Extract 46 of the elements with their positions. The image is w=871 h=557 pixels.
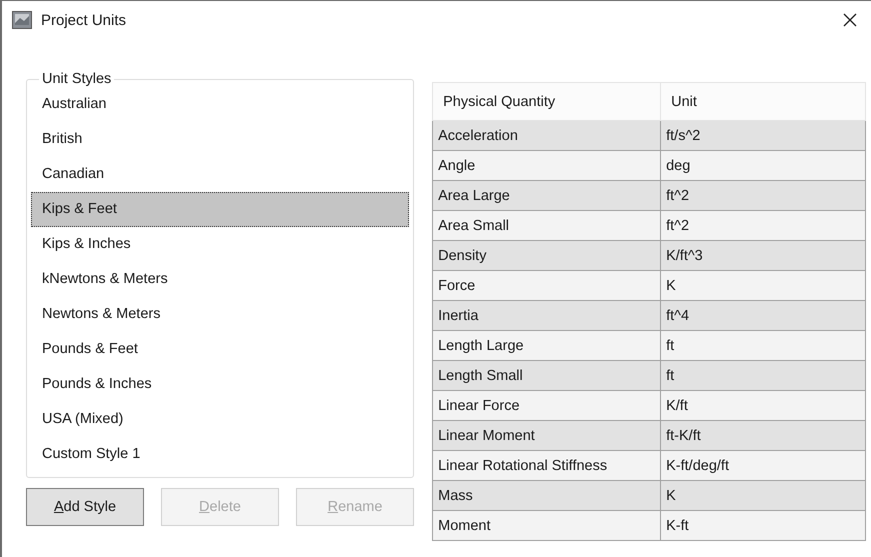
app-icon <box>12 11 32 29</box>
table-cell: K <box>660 480 866 510</box>
list-item[interactable]: Kips & Feet <box>31 192 410 227</box>
table-cell: ft-K/ft <box>660 420 866 450</box>
dialog-button[interactable]: Add Style <box>26 488 144 526</box>
list-item[interactable]: Pounds & Feet <box>31 332 410 367</box>
table-cell: Moment <box>432 510 661 540</box>
table-cell: Density <box>432 240 661 270</box>
table-cell: deg <box>660 150 866 180</box>
table-cell: ft <box>660 360 866 390</box>
table-cell: Angle <box>432 150 661 180</box>
table-cell: ft/s^2 <box>660 120 866 150</box>
table-cell: Force <box>432 270 661 300</box>
column-header[interactable]: Unit <box>660 82 866 120</box>
close-icon[interactable] <box>843 13 857 27</box>
list-item[interactable]: Newtons & Meters <box>31 297 410 332</box>
table-cell: Mass <box>432 480 661 510</box>
table-cell: ft^2 <box>660 180 866 210</box>
table-cell: Inertia <box>432 300 661 330</box>
table-cell: Area Large <box>432 180 661 210</box>
table-cell: Acceleration <box>432 120 661 150</box>
column-header[interactable]: Physical Quantity <box>432 82 661 120</box>
group-title: Unit Styles <box>41 71 112 87</box>
table-cell: Linear Force <box>432 390 661 420</box>
list-item[interactable]: Canadian <box>31 157 410 192</box>
table-cell: ft <box>660 330 866 360</box>
list-item[interactable]: British <box>31 122 410 157</box>
list-item[interactable]: Custom Style 1 <box>31 437 410 472</box>
table-cell: K-ft/deg/ft <box>660 450 866 480</box>
table-cell: Length Small <box>432 360 661 390</box>
table-cell: ft^2 <box>660 210 866 240</box>
table-cell: Length Large <box>432 330 661 360</box>
list-item[interactable]: kNewtons & Meters <box>31 262 410 297</box>
list-item[interactable]: Australian <box>31 87 410 122</box>
list-item[interactable]: Kips & Inches <box>31 227 410 262</box>
table-cell: K-ft <box>660 510 866 540</box>
table-cell: Linear Rotational Stiffness <box>432 450 661 480</box>
table-cell: ft^4 <box>660 300 866 330</box>
table-cell: K <box>660 270 866 300</box>
table-cell: K/ft^3 <box>660 240 866 270</box>
table-cell: K/ft <box>660 390 866 420</box>
table-cell: Linear Moment <box>432 420 661 450</box>
list-item[interactable]: Pounds & Inches <box>31 367 410 402</box>
table-cell: Area Small <box>432 210 661 240</box>
window-title: Project Units <box>41 12 128 28</box>
list-item[interactable]: USA (Mixed) <box>31 402 410 437</box>
